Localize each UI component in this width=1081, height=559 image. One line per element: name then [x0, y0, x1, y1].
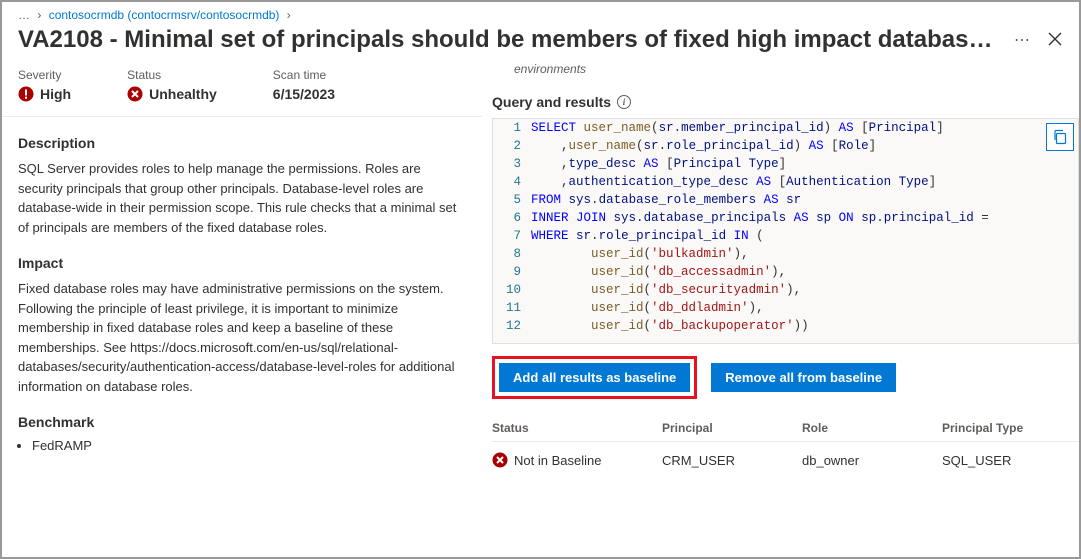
line-number: 8 — [493, 245, 531, 263]
table-row[interactable]: Not in Baseline CRM_USER db_owner SQL_US… — [492, 442, 1079, 478]
line-number: 1 — [493, 119, 531, 137]
environments-note: environments — [492, 62, 1079, 84]
status-value: Unhealthy — [149, 86, 217, 102]
code-line: INNER JOIN sys.database_principals AS sp… — [531, 209, 1078, 227]
code-line: SELECT user_name(sr.member_principal_id)… — [531, 119, 1078, 137]
add-all-results-button[interactable]: Add all results as baseline — [499, 363, 690, 392]
breadcrumb-prefix[interactable]: … — [18, 8, 30, 22]
code-line: FROM sys.database_role_members AS sr — [531, 191, 1078, 209]
code-line: user_id('bulkadmin'), — [531, 245, 1078, 263]
remove-all-from-baseline-button[interactable]: Remove all from baseline — [711, 363, 896, 392]
more-actions-icon[interactable]: ⋯ — [1014, 30, 1031, 50]
close-icon[interactable] — [1047, 31, 1063, 50]
line-number: 2 — [493, 137, 531, 155]
chevron-right-icon: › — [287, 8, 291, 22]
severity-value: High — [40, 86, 71, 102]
line-number: 6 — [493, 209, 531, 227]
severity-high-icon — [18, 86, 34, 102]
line-number: 3 — [493, 155, 531, 173]
results-table-header: Status Principal Role Principal Type — [492, 415, 1079, 442]
scan-time-label: Scan time — [273, 68, 335, 82]
info-icon[interactable]: i — [617, 95, 631, 109]
highlight-box: Add all results as baseline — [492, 356, 697, 399]
status-unhealthy-icon — [127, 86, 143, 102]
benchmark-item: FedRAMP — [32, 438, 466, 453]
description-heading: Description — [18, 135, 466, 151]
line-number: 12 — [493, 317, 531, 335]
status-error-icon — [492, 452, 508, 468]
impact-heading: Impact — [18, 255, 466, 271]
row-status: Not in Baseline — [514, 453, 601, 468]
benchmark-heading: Benchmark — [18, 414, 466, 430]
code-line: user_id('db_securityadmin'), — [531, 281, 1078, 299]
line-number: 5 — [493, 191, 531, 209]
scan-time-value: 6/15/2023 — [273, 86, 335, 102]
line-number: 10 — [493, 281, 531, 299]
status-label: Status — [127, 68, 217, 82]
copy-query-button[interactable] — [1046, 123, 1074, 151]
row-role: db_owner — [802, 453, 942, 468]
severity-label: Severity — [18, 68, 71, 82]
chevron-right-icon: › — [37, 8, 41, 22]
col-header-status[interactable]: Status — [492, 421, 662, 435]
code-line: user_id('db_backupoperator')) — [531, 317, 1078, 335]
col-header-principal-type[interactable]: Principal Type — [942, 421, 1079, 435]
impact-text: Fixed database roles may have administra… — [18, 279, 466, 396]
query-code-block: 1SELECT user_name(sr.member_principal_id… — [492, 118, 1079, 344]
code-line: WHERE sr.role_principal_id IN ( — [531, 227, 1078, 245]
code-line: user_id('db_ddladmin'), — [531, 299, 1078, 317]
summary-bar: Severity High Status Unhealthy — [2, 62, 482, 117]
line-number: 11 — [493, 299, 531, 317]
line-number: 4 — [493, 173, 531, 191]
line-number: 7 — [493, 227, 531, 245]
query-results-heading: Query and results — [492, 94, 611, 110]
row-principal-type: SQL_USER — [942, 453, 1079, 468]
row-principal: CRM_USER — [662, 453, 802, 468]
description-text: SQL Server provides roles to help manage… — [18, 159, 466, 237]
col-header-principal[interactable]: Principal — [662, 421, 802, 435]
code-line: ,authentication_type_desc AS [Authentica… — [531, 173, 1078, 191]
line-number: 9 — [493, 263, 531, 281]
code-line: user_id('db_accessadmin'), — [531, 263, 1078, 281]
breadcrumb: … › contosocrmdb (contocrmsrv/contosocrm… — [2, 2, 1079, 24]
code-line: ,user_name(sr.role_principal_id) AS [Rol… — [531, 137, 1078, 155]
breadcrumb-link[interactable]: contosocrmdb (contocrmsrv/contosocrmdb) — [49, 8, 280, 22]
benchmark-list: FedRAMP — [32, 438, 466, 453]
page-title: VA2108 - Minimal set of principals shoul… — [18, 26, 1002, 54]
col-header-role[interactable]: Role — [802, 421, 942, 435]
code-line: ,type_desc AS [Principal Type] — [531, 155, 1078, 173]
